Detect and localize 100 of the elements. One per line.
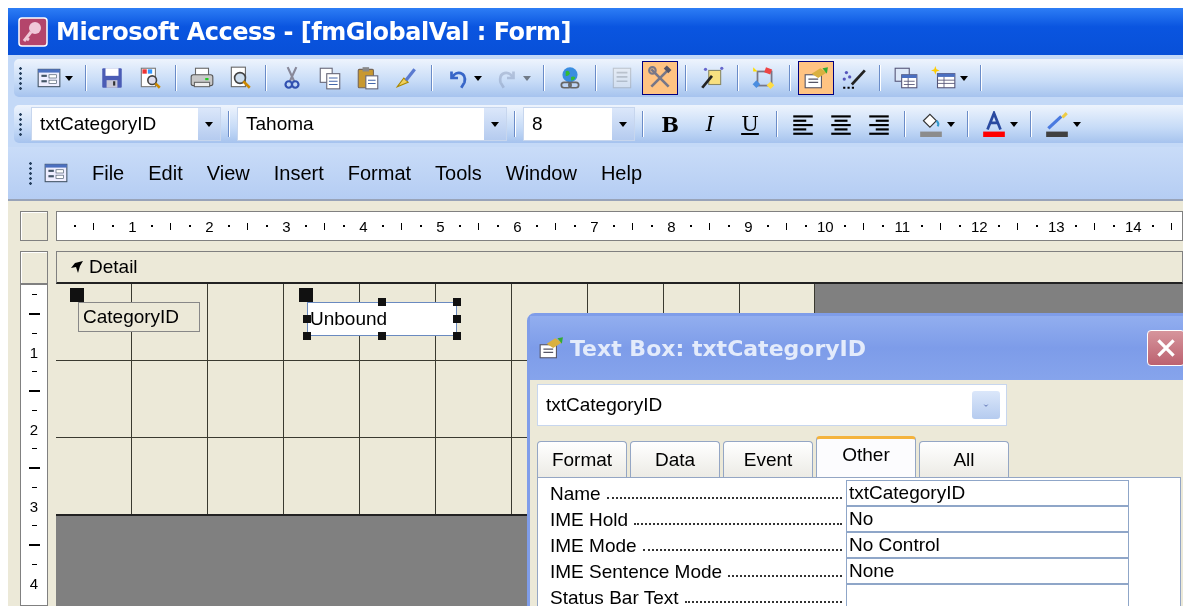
ruler-number: 8 bbox=[667, 218, 676, 234]
sizing-handle[interactable] bbox=[453, 315, 461, 323]
ruler-number: 7 bbox=[590, 218, 599, 234]
ruler-tick bbox=[324, 222, 326, 230]
tab[interactable]: Other bbox=[816, 436, 916, 477]
section-header[interactable]: Detail bbox=[56, 251, 1183, 284]
underline-button[interactable]: U bbox=[731, 107, 769, 141]
ruler-tick bbox=[401, 222, 403, 230]
ruler-tick bbox=[574, 225, 577, 227]
ruler-tick bbox=[863, 222, 865, 230]
text-box-control[interactable]: Unbound bbox=[307, 302, 457, 336]
font-size-dropdown[interactable]: 8 bbox=[523, 107, 635, 141]
sizing-handle[interactable] bbox=[378, 298, 386, 306]
properties-icon bbox=[538, 335, 564, 361]
ruler-tick bbox=[31, 332, 37, 334]
ruler-number: 13 bbox=[1048, 218, 1065, 234]
ruler-tick bbox=[170, 222, 172, 230]
property-value-field[interactable]: txtCategoryID bbox=[846, 480, 1129, 506]
key-icon bbox=[18, 16, 48, 47]
close-button[interactable] bbox=[1147, 330, 1183, 366]
ruler-tick bbox=[266, 225, 269, 227]
property-name: IME Sentence Mode bbox=[550, 560, 723, 584]
property-value-field[interactable]: No bbox=[846, 506, 1129, 532]
ruler-tick bbox=[31, 525, 37, 527]
property-name: IME Hold bbox=[550, 508, 629, 532]
ruler-tick bbox=[497, 225, 500, 227]
ruler-number: 3 bbox=[29, 498, 39, 514]
ruler-number: 3 bbox=[282, 218, 291, 234]
tab[interactable]: All bbox=[919, 441, 1009, 477]
caret-icon bbox=[65, 75, 73, 81]
sizing-handle[interactable] bbox=[378, 332, 386, 340]
menu-item[interactable]: Window bbox=[496, 157, 586, 189]
sizing-handle[interactable] bbox=[453, 298, 461, 306]
menu-item[interactable]: Edit bbox=[139, 157, 192, 189]
ruler-tick bbox=[112, 225, 115, 227]
ruler-tick bbox=[882, 225, 885, 227]
tab[interactable]: Format bbox=[537, 441, 627, 477]
property-value-field[interactable] bbox=[846, 584, 1129, 606]
property-value-field[interactable]: None bbox=[846, 558, 1129, 584]
move-handle[interactable] bbox=[299, 288, 313, 302]
menu-item[interactable]: View bbox=[197, 157, 259, 189]
ruler-tick bbox=[28, 466, 40, 469]
section-label: Detail bbox=[89, 256, 138, 278]
toolbar-button[interactable] bbox=[642, 61, 678, 95]
ruler-tick bbox=[31, 371, 37, 373]
toolbar-grip[interactable] bbox=[18, 112, 23, 136]
ruler-tick bbox=[1074, 225, 1077, 227]
arrow-icon bbox=[69, 259, 85, 275]
object-dropdown[interactable]: txtCategoryID bbox=[31, 107, 221, 141]
toolbar-button[interactable] bbox=[798, 61, 834, 95]
fill-color-icon bbox=[918, 111, 944, 137]
ruler-number: 1 bbox=[29, 344, 39, 360]
property-name: IME Mode bbox=[550, 534, 637, 558]
menu-grip[interactable] bbox=[28, 161, 33, 185]
caret-icon bbox=[619, 121, 627, 127]
caret-icon bbox=[474, 75, 482, 81]
menu-item[interactable]: Insert bbox=[264, 157, 333, 189]
menu-item[interactable]: File bbox=[83, 157, 134, 189]
ruler-tick bbox=[478, 222, 480, 230]
ruler-tick bbox=[1151, 225, 1154, 227]
line-color-icon bbox=[1044, 111, 1070, 137]
move-handle[interactable] bbox=[70, 288, 84, 302]
bold-button[interactable]: B bbox=[651, 107, 689, 141]
menu-item[interactable]: Help bbox=[591, 157, 652, 189]
italic-button[interactable]: I bbox=[691, 107, 729, 141]
property-value-field[interactable]: No Control bbox=[846, 532, 1129, 558]
ruler-tick bbox=[612, 225, 615, 227]
menu-item[interactable]: Format bbox=[338, 157, 421, 189]
dialog-title: Text Box: txtCategoryID bbox=[570, 335, 868, 361]
ruler-number: 4 bbox=[359, 218, 368, 234]
tab[interactable]: Data bbox=[630, 441, 720, 477]
toolbar-grip[interactable] bbox=[18, 66, 23, 90]
properties-icon bbox=[803, 65, 829, 91]
ruler-tick bbox=[1036, 225, 1039, 227]
caret-icon bbox=[491, 121, 499, 127]
ruler-tick bbox=[689, 225, 692, 227]
property-name: Status Bar Text bbox=[550, 586, 679, 606]
ruler-tick bbox=[31, 563, 37, 565]
sizing-handle[interactable] bbox=[303, 315, 311, 323]
ruler-tick bbox=[247, 222, 249, 230]
ruler-number: 10 bbox=[817, 218, 834, 234]
object-dropdown[interactable]: txtCategoryID bbox=[537, 384, 1007, 426]
menu-item[interactable]: Tools bbox=[426, 157, 491, 189]
wand-page-icon bbox=[699, 65, 725, 91]
section-selector[interactable] bbox=[20, 251, 48, 284]
ruler-number: 2 bbox=[29, 421, 39, 437]
ruler-tick bbox=[420, 225, 423, 227]
font-dropdown[interactable]: Tahoma bbox=[237, 107, 507, 141]
ruler-tick bbox=[1171, 222, 1173, 230]
tab[interactable]: Event bbox=[723, 441, 813, 477]
ruler-tick bbox=[31, 448, 37, 450]
ruler-tick bbox=[959, 225, 962, 227]
new-table-icon bbox=[931, 65, 957, 91]
sizing-handle[interactable] bbox=[453, 332, 461, 340]
ruler-tick bbox=[73, 225, 76, 227]
ruler-tick bbox=[920, 225, 923, 227]
ruler-number: 14 bbox=[1125, 218, 1142, 234]
window-title: Microsoft Access - [fmGlobalVal : Form] bbox=[56, 17, 571, 46]
sizing-handle[interactable] bbox=[303, 332, 311, 340]
label-control[interactable]: CategoryID bbox=[78, 302, 200, 332]
